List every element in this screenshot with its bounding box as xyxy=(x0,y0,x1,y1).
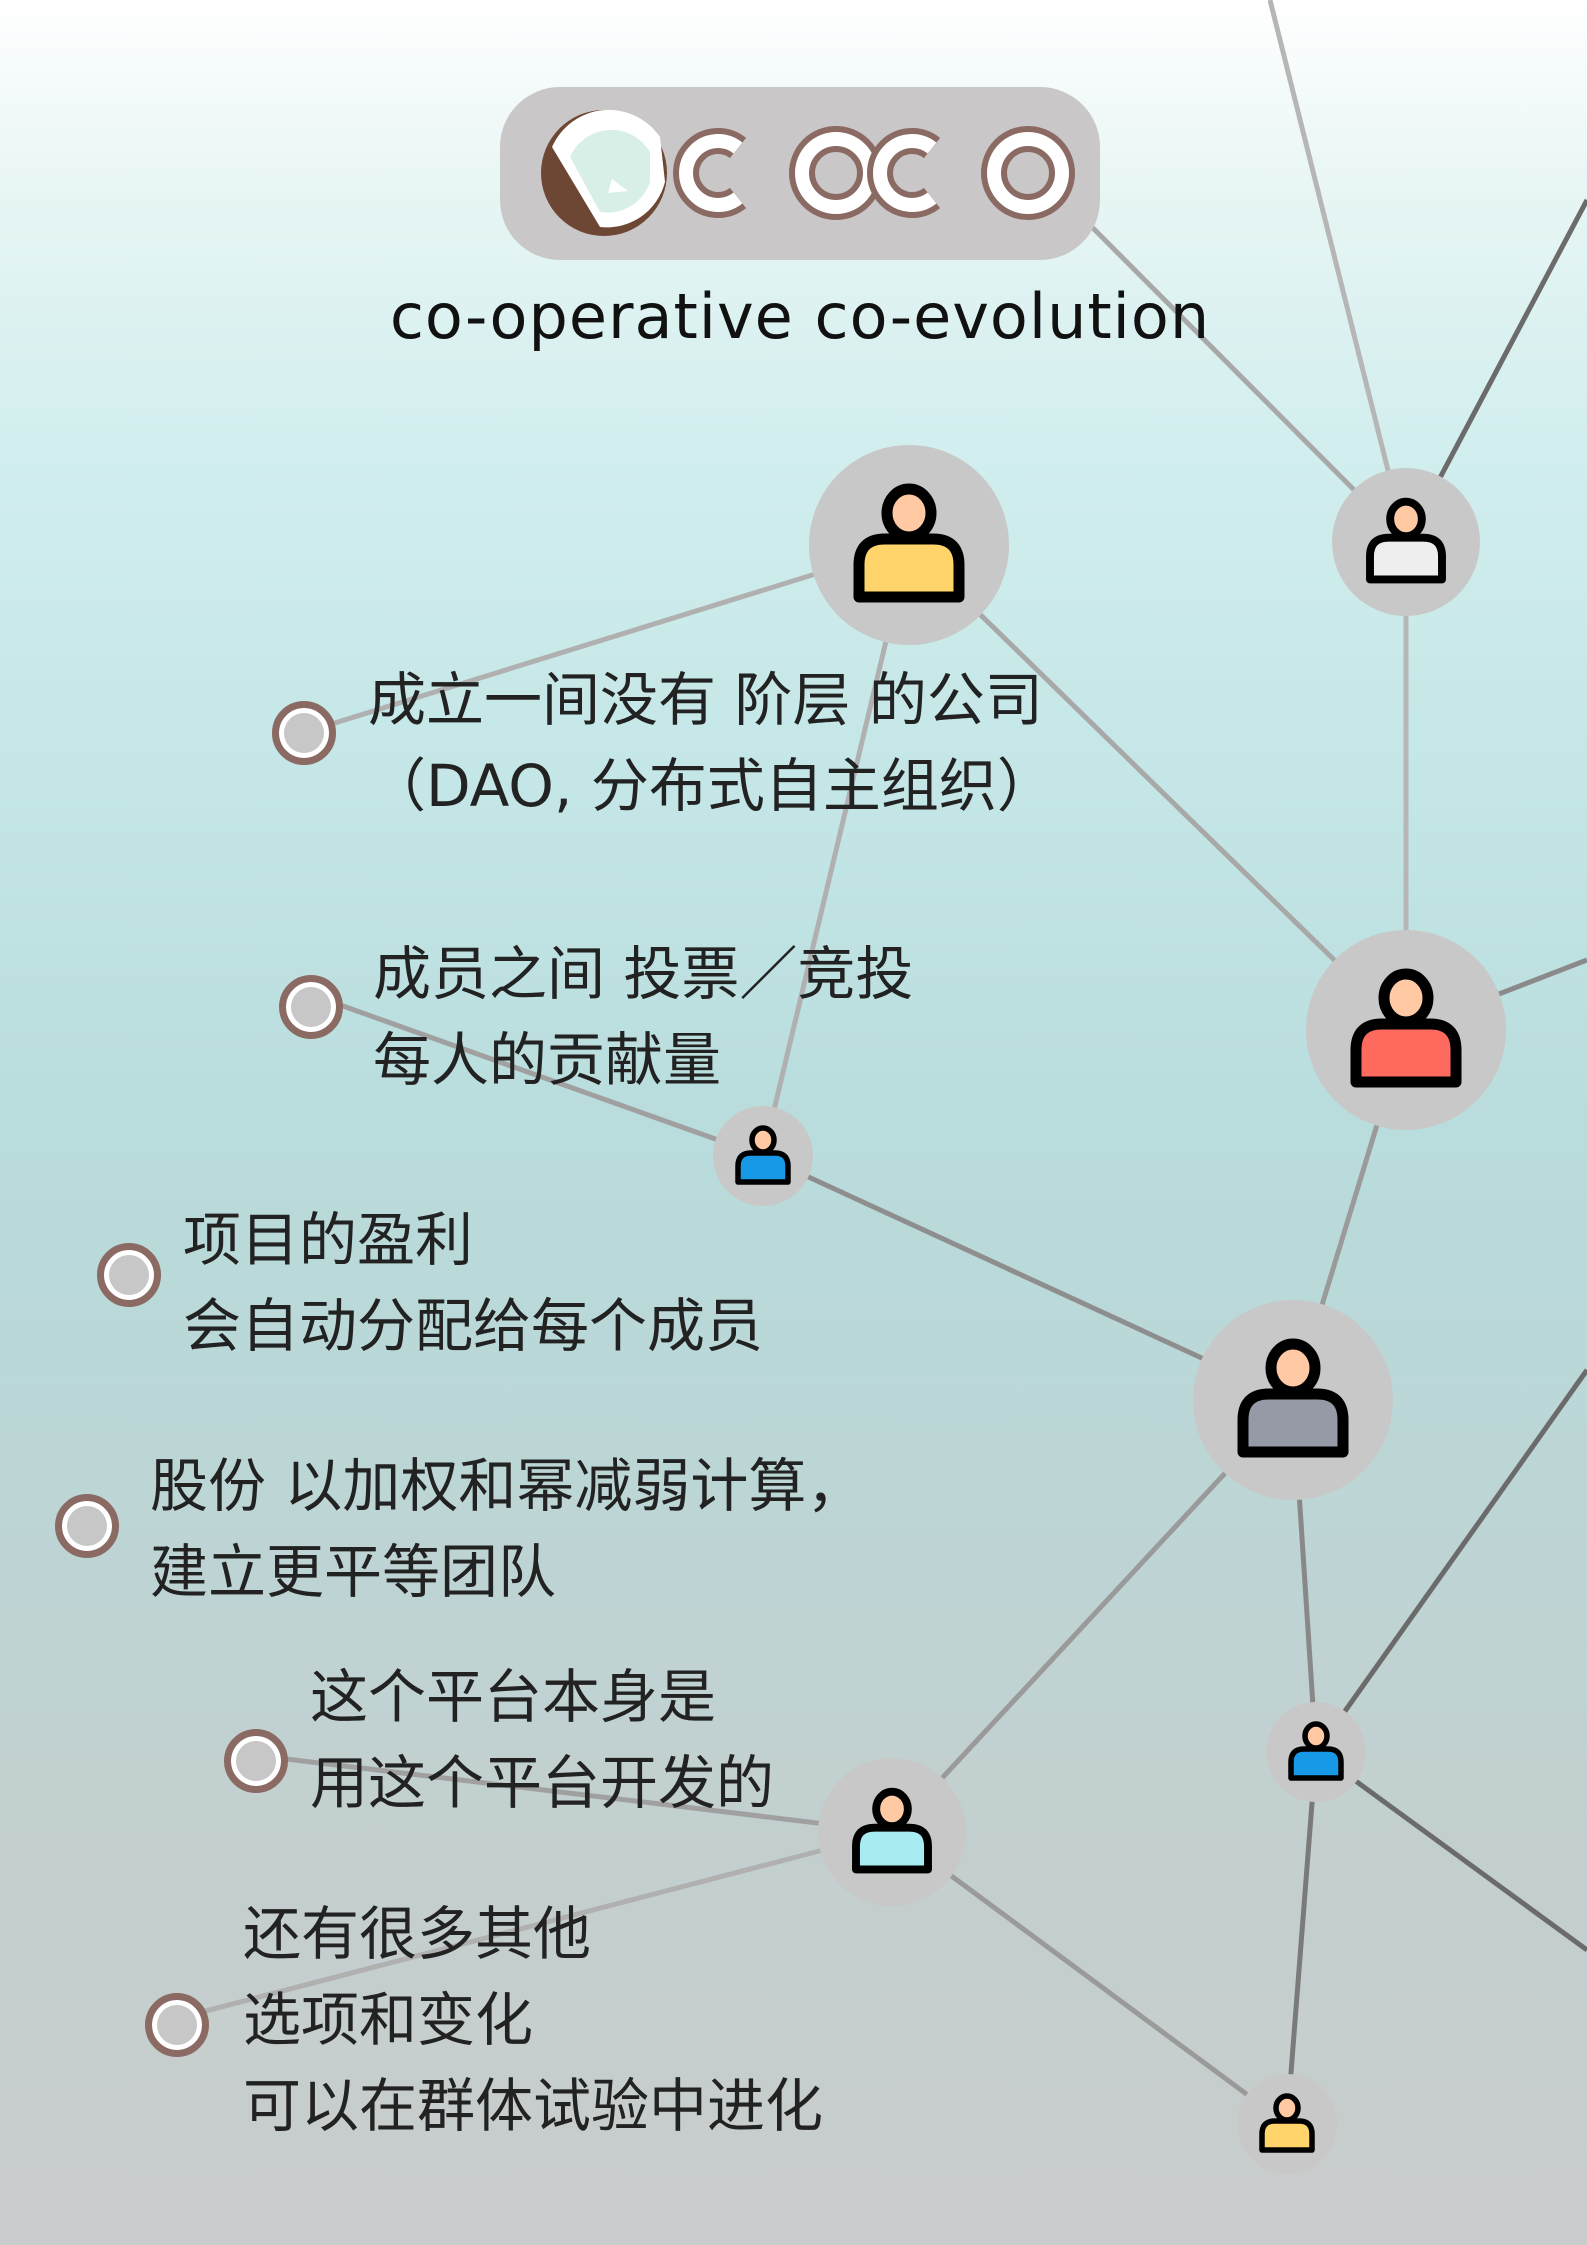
feature-line: 会自动分配给每个成员 xyxy=(183,1292,764,1360)
feature-bullet xyxy=(97,1243,161,1307)
feature-line: 还有很多其他 xyxy=(243,1900,592,1968)
network-edge xyxy=(1314,1749,1587,1953)
feature-line: 成员之间 投票／竞投 xyxy=(373,940,914,1008)
feature-line: 股份 以加权和幂减弱计算， xyxy=(150,1452,865,1520)
feature-bullet xyxy=(279,975,343,1039)
feature-line: （DAO, 分布式自主组织） xyxy=(368,752,1055,820)
coconut-icon xyxy=(541,109,667,236)
feature-line: 成立一间没有 阶层 的公司 xyxy=(368,666,1043,734)
feature-bullet xyxy=(145,1993,209,2057)
feature-line: 项目的盈利 xyxy=(183,1206,474,1274)
slogan: co-operative co-evolution xyxy=(389,280,1211,353)
feature-bullet xyxy=(224,1729,288,1793)
network-edge xyxy=(1267,0,1409,543)
feature-item: 股份 以加权和幂减弱计算， 建立更平等团队 xyxy=(150,1443,864,1615)
feature-item: 还有很多其他 选项和变化 可以在群体试验中进化 xyxy=(243,1891,823,2149)
feature-line: 建立更平等团队 xyxy=(150,1538,557,1606)
feature-line: 用这个平台开发的 xyxy=(310,1749,775,1817)
feature-item: 成员之间 投票／竞投 每人的贡献量 xyxy=(373,931,913,1103)
feature-line: 这个平台本身是 xyxy=(310,1663,717,1731)
feature-line: 每人的贡献量 xyxy=(373,1026,722,1094)
feature-item: 成立一间没有 阶层 的公司 （DAO, 分布式自主组织） xyxy=(368,657,1055,829)
logo xyxy=(500,87,1100,260)
feature-bullet xyxy=(272,701,336,765)
feature-item: 这个平台本身是 用这个平台开发的 xyxy=(310,1654,774,1826)
coco-wordmark-icon xyxy=(673,126,1075,220)
feature-line: 可以在群体试验中进化 xyxy=(243,2072,824,2140)
feature-bullet xyxy=(55,1494,119,1558)
feature-line: 选项和变化 xyxy=(243,1986,534,2054)
feature-item: 项目的盈利 会自动分配给每个成员 xyxy=(183,1197,763,1369)
network-edge xyxy=(1284,1751,1319,2125)
